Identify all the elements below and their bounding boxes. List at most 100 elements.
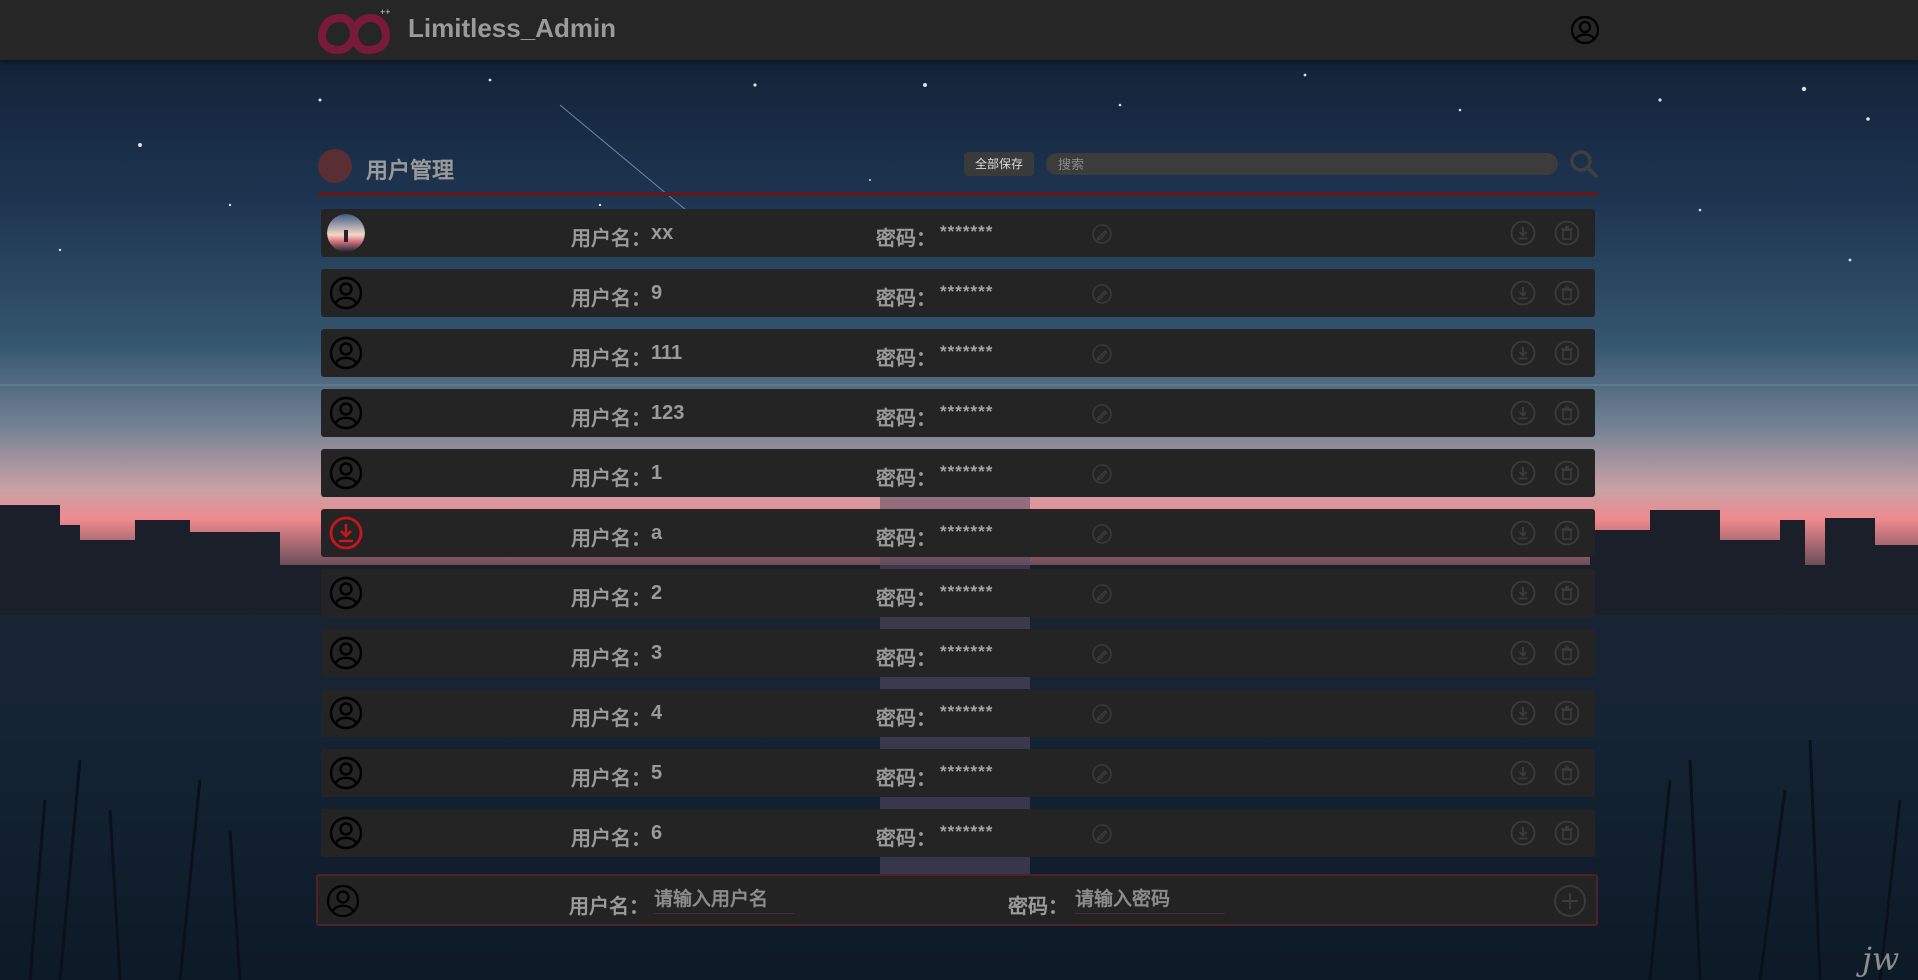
save-all-button[interactable]: 全部保存 [964,152,1034,176]
user-avatar-icon [329,576,363,610]
password-value: ******* [940,702,994,721]
user-row: 用户名： 6 密码： ******* [321,809,1595,857]
download-icon[interactable] [1510,400,1536,426]
username-label: 用户名： [571,468,651,490]
account-icon[interactable] [1570,15,1600,45]
username-label: 用户名： [571,708,651,730]
download-icon[interactable] [1510,760,1536,786]
download-icon[interactable] [1510,220,1536,246]
delete-icon[interactable] [1554,640,1580,666]
username-label: 用户名： [571,768,651,790]
username-label: 用户名： [571,648,651,670]
user-avatar-icon [329,756,363,790]
download-icon[interactable] [1510,820,1536,846]
delete-icon[interactable] [1554,760,1580,786]
section-icon [318,149,352,183]
user-avatar-icon [329,816,363,850]
edit-icon[interactable] [1091,643,1113,665]
search-input[interactable] [1046,153,1558,175]
password-label: 密码： [876,228,936,250]
download-icon[interactable] [1510,700,1536,726]
username-label: 用户名： [569,896,649,918]
username-label: 用户名： [571,588,651,610]
password-label: 密码： [876,768,936,790]
user-row: 用户名： a 密码： ******* [321,509,1595,557]
user-avatar-icon [326,884,360,918]
password-value: ******* [940,462,994,481]
edit-icon[interactable] [1091,403,1113,425]
password-value: ******* [940,402,994,421]
username-value: 2 [651,582,663,604]
user-row: 用户名： 3 密码： ******* [321,629,1595,677]
username-value: a [651,522,663,544]
edit-icon[interactable] [1091,523,1113,545]
password-label: 密码： [876,828,936,850]
section-divider [318,192,1598,196]
delete-icon[interactable] [1554,460,1580,486]
username-label: 用户名： [571,348,651,370]
edit-icon[interactable] [1091,823,1113,845]
password-label: 密码： [876,648,936,670]
username-value: 5 [651,762,663,784]
user-avatar-icon [329,696,363,730]
password-label: 密码： [876,408,936,430]
password-field[interactable] [1075,887,1225,914]
signature-watermark: jw [1862,940,1900,978]
add-user-form: 用户名： 密码： [316,874,1598,926]
edit-icon[interactable] [1091,283,1113,305]
password-label: 密码： [876,348,936,370]
download-icon[interactable] [1510,280,1536,306]
user-avatar-icon [329,456,363,490]
delete-icon[interactable] [1554,520,1580,546]
user-row: 用户名： 4 密码： ******* [321,689,1595,737]
user-avatar-icon [329,636,363,670]
password-value: ******* [940,282,994,301]
username-field[interactable] [654,887,794,914]
password-value: ******* [940,582,994,601]
download-icon[interactable] [1510,520,1536,546]
download-icon[interactable] [1510,640,1536,666]
edit-icon[interactable] [1091,463,1113,485]
delete-icon[interactable] [1554,700,1580,726]
password-value: ******* [940,642,994,661]
user-row: 用户名： 123 密码： ******* [321,389,1595,437]
user-row: 用户名： 9 密码： ******* [321,269,1595,317]
edit-icon[interactable] [1091,583,1113,605]
delete-icon[interactable] [1554,400,1580,426]
section-header: 用户管理 全部保存 [318,148,1598,192]
user-avatar-icon [329,396,363,430]
password-label: 密码： [876,708,936,730]
user-avatar-icon [329,336,363,370]
delete-icon[interactable] [1554,280,1580,306]
edit-icon[interactable] [1091,343,1113,365]
username-label: 用户名： [571,408,651,430]
password-label: 密码： [876,468,936,490]
download-icon[interactable] [1510,580,1536,606]
svg-text:++: ++ [380,7,390,17]
page-title: 用户管理 [366,158,455,183]
add-icon[interactable] [1553,884,1587,918]
password-label: 密码： [876,288,936,310]
delete-icon[interactable] [1554,820,1580,846]
username-label: 用户名： [571,828,651,850]
username-label: 用户名： [571,528,651,550]
delete-icon[interactable] [1554,220,1580,246]
password-label: 密码： [876,528,936,550]
download-icon[interactable] [1510,340,1536,366]
edit-icon[interactable] [1091,223,1113,245]
username-value: 111 [651,342,683,364]
app-title: Limitless_Admin [408,13,617,43]
password-value: ******* [940,222,994,241]
delete-icon[interactable] [1554,340,1580,366]
password-label: 密码： [876,588,936,610]
delete-icon[interactable] [1554,580,1580,606]
download-icon[interactable] [1510,460,1536,486]
password-label: 密码： [1008,896,1068,918]
edit-icon[interactable] [1091,763,1113,785]
search-icon[interactable] [1569,149,1599,179]
edit-icon[interactable] [1091,703,1113,725]
username-value: 9 [651,282,663,304]
user-avatar-icon [329,276,363,310]
password-value: ******* [940,762,994,781]
username-value: xx [651,222,674,244]
